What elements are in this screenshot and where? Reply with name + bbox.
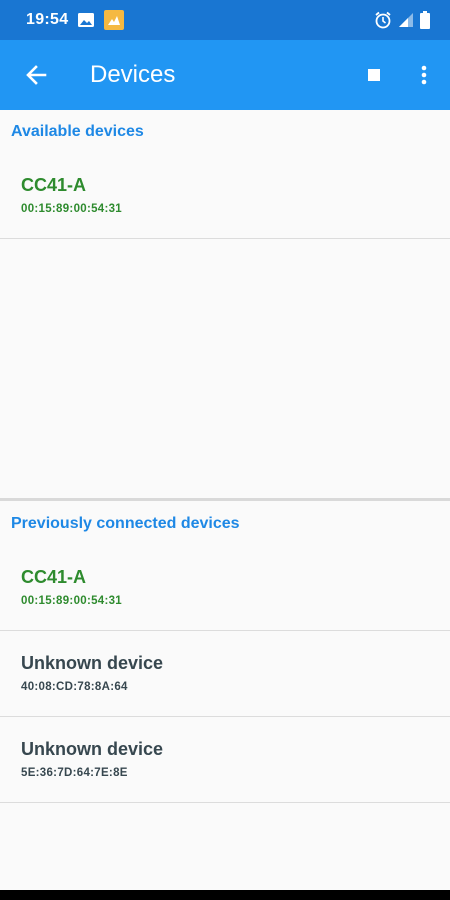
- stop-icon: [368, 69, 380, 81]
- device-address: 00:15:89:00:54:31: [21, 595, 122, 607]
- stop-scan-button[interactable]: [352, 40, 396, 110]
- device-item[interactable]: Unknown device 40:08:CD:78:8A:64: [0, 631, 450, 717]
- signal-icon: [398, 12, 414, 28]
- alarm-icon: [374, 11, 392, 29]
- section-divider: [0, 498, 450, 501]
- previous-devices-header: Previously connected devices: [11, 515, 240, 532]
- battery-icon: [420, 11, 430, 29]
- arrow-back-icon: [25, 64, 47, 86]
- device-item[interactable]: CC41-A 00:15:89:00:54:31: [0, 545, 450, 631]
- app-bar-actions: [352, 40, 450, 110]
- page-title: Devices: [90, 61, 176, 88]
- device-item[interactable]: Unknown device 5E:36:7D:64:7E:8E: [0, 717, 450, 803]
- app-bar: Devices: [0, 40, 450, 110]
- status-time: 19:54: [26, 11, 69, 28]
- device-address: 40:08:CD:78:8A:64: [21, 681, 128, 693]
- status-left: 19:54: [26, 10, 125, 30]
- back-button[interactable]: [0, 40, 72, 110]
- system-nav-bar: [0, 890, 450, 900]
- more-options-button[interactable]: [404, 40, 444, 110]
- image-icon: [78, 13, 95, 27]
- device-address: 5E:36:7D:64:7E:8E: [21, 767, 128, 779]
- device-name: Unknown device: [21, 653, 164, 673]
- more-vert-icon: [421, 65, 427, 85]
- device-name: CC41-A: [21, 175, 87, 195]
- device-address: 00:15:89:00:54:31: [21, 203, 122, 215]
- available-devices-header: Available devices: [11, 123, 144, 140]
- status-right: [374, 11, 430, 29]
- app-notification-icon: [104, 10, 125, 30]
- device-name: CC41-A: [21, 567, 87, 587]
- device-name: Unknown device: [21, 739, 164, 759]
- device-item[interactable]: CC41-A 00:15:89:00:54:31: [0, 153, 450, 239]
- status-bar: 19:54: [0, 0, 450, 40]
